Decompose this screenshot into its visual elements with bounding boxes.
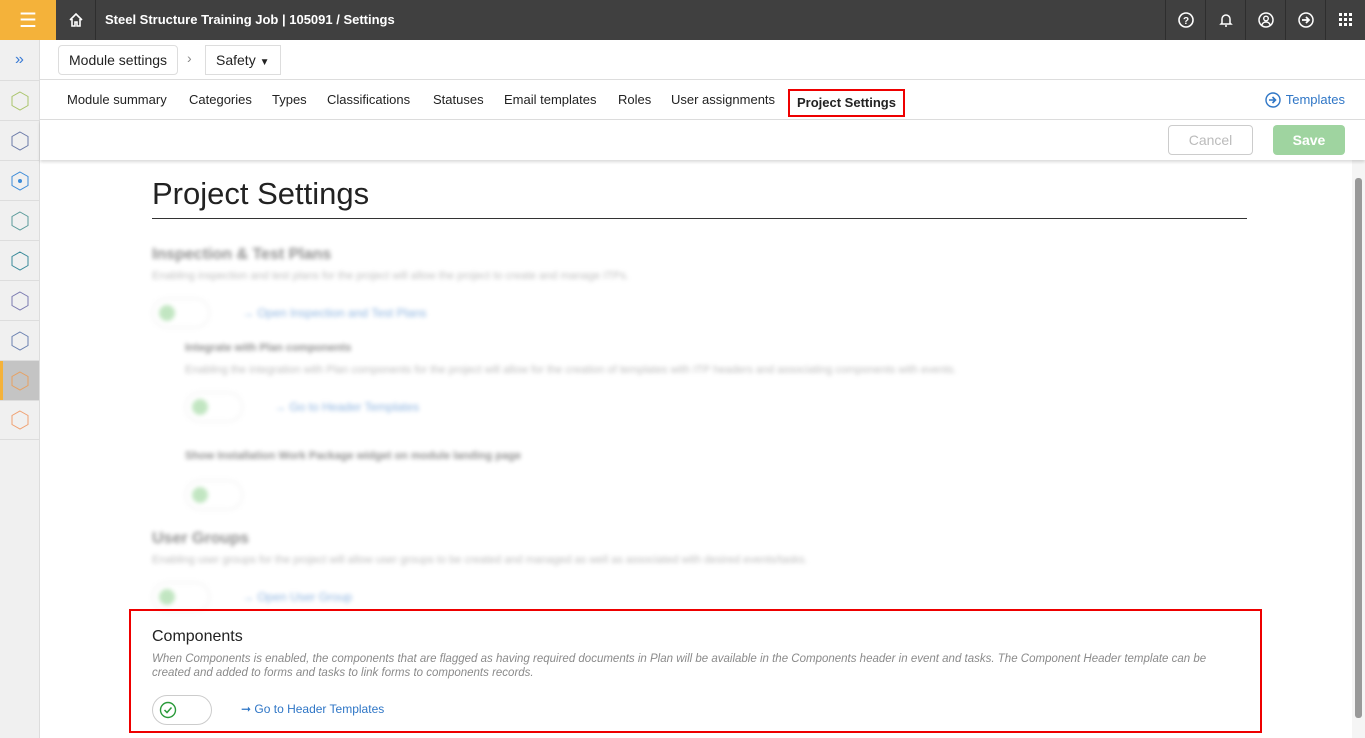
save-button[interactable]: Save [1273,125,1345,155]
components-toggle[interactable] [152,695,212,725]
tab-email-templates[interactable]: Email templates [504,80,596,120]
iwp-title: Show Installation Work Package widget on… [185,450,521,462]
integrate-title: Integrate with Plan components [185,342,352,354]
header-breadcrumb: Steel Structure Training Job | 105091 / … [105,12,395,27]
top-bar: ☰ Steel Structure Training Job | 105091 … [0,0,1365,40]
module-select-value: Safety [216,52,256,68]
itp-toggle[interactable] [152,298,210,328]
action-bar: Cancel Save [40,120,1365,160]
expand-sidebar-icon[interactable]: » [0,40,39,80]
arrow-circle-right-icon [1265,92,1281,108]
tab-roles[interactable]: Roles [618,80,651,120]
tab-statuses[interactable]: Statuses [433,80,484,120]
itp-desc: Enabling inspection and test plans for t… [152,270,629,282]
integrate-toggle[interactable] [185,392,243,422]
help-icon[interactable]: ? [1165,0,1205,40]
scrollbar[interactable] [1352,160,1365,738]
sidebar-item-5[interactable] [0,240,39,280]
iwp-toggle[interactable] [185,480,243,510]
sidebar: » [0,40,40,738]
integrate-link[interactable]: → Go to Header Templates [274,400,419,414]
apps-grid-icon[interactable] [1325,0,1365,40]
user-icon[interactable] [1245,0,1285,40]
tab-classifications[interactable]: Classifications [327,80,410,120]
check-circle-icon [159,701,177,724]
logout-icon[interactable] [1285,0,1325,40]
components-desc: When Components is enabled, the componen… [152,653,1207,679]
tab-module-summary[interactable]: Module summary [67,80,167,120]
sidebar-item-2[interactable] [0,120,39,160]
menu-icon[interactable]: ☰ [0,0,56,40]
user-groups-desc: Enabling user groups for the project wil… [152,554,808,566]
go-to-header-templates-link[interactable]: ➞ Go to Header Templates [241,702,384,716]
settings-tabs: Module summary Categories Types Classifi… [40,80,1365,120]
sidebar-item-7[interactable] [0,320,39,360]
breadcrumb-bar: Module settings › Safety ▼ [40,40,1365,80]
chevron-right-icon: › [187,50,192,66]
user-groups-title: User Groups [152,530,249,547]
content-area: Project Settings Inspection & Test Plans… [40,160,1352,738]
sidebar-item-safety[interactable] [0,360,39,400]
templates-link[interactable]: Templates [1265,80,1345,120]
components-title: Components [152,628,243,645]
tab-categories[interactable]: Categories [189,80,252,120]
sidebar-item-3[interactable] [0,160,39,200]
cancel-button[interactable]: Cancel [1168,125,1253,155]
tab-user-assignments[interactable]: User assignments [671,80,775,120]
sidebar-item-6[interactable] [0,280,39,320]
itp-title: Inspection & Test Plans [152,246,332,263]
bell-icon[interactable] [1205,0,1245,40]
module-select[interactable]: Safety ▼ [205,45,281,75]
go-to-header-templates-label: Go to Header Templates [254,702,385,716]
caret-down-icon: ▼ [259,57,270,68]
home-icon[interactable] [56,0,96,40]
tab-project-settings[interactable]: Project Settings [788,89,905,117]
title-divider [152,218,1247,219]
page-title: Project Settings [152,176,370,211]
sidebar-item-9[interactable] [0,400,39,440]
tab-types[interactable]: Types [272,80,307,120]
svg-text:?: ? [1182,16,1188,27]
user-groups-toggle[interactable] [152,582,210,612]
sidebar-item-1[interactable] [0,80,39,120]
open-user-group-link[interactable]: → Open User Group [242,590,352,604]
sidebar-item-4[interactable] [0,200,39,240]
integrate-desc: Enabling the integration with Plan compo… [185,364,957,376]
open-itp-link[interactable]: → Open Inspection and Test Plans [242,306,427,320]
templates-label: Templates [1285,92,1345,107]
arrow-right-icon: ➞ [241,702,255,716]
module-settings-button[interactable]: Module settings [58,45,179,75]
scrollbar-thumb[interactable] [1355,178,1362,718]
components-section: Components When Components is enabled, t… [129,609,1262,733]
